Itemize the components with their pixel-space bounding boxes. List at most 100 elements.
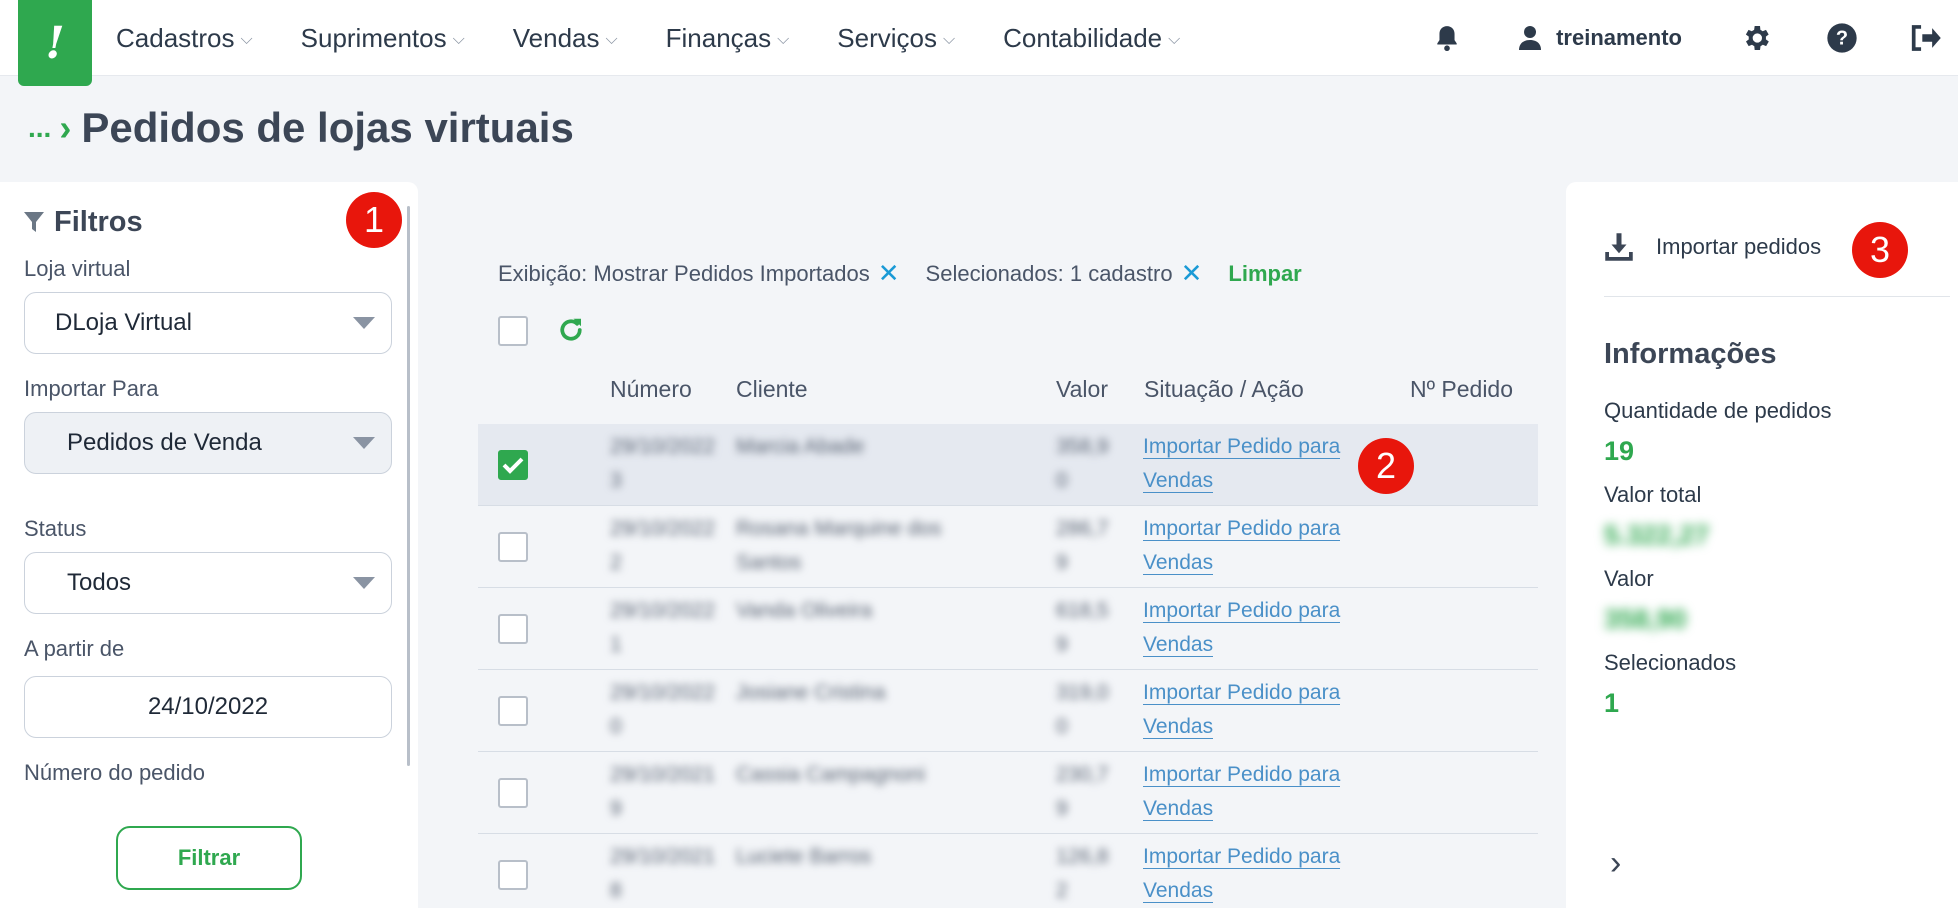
top-navbar: ! Cadastros ⌵ Suprimentos ⌵ Vendas ⌵ Finanç… — [0, 0, 1958, 86]
order-number: 29/10/2022 0 — [610, 676, 720, 744]
order-number: 29/10/2021 8 — [610, 840, 720, 908]
value-line: 2 — [1056, 879, 1068, 902]
order-value: 126,8 2 — [1056, 840, 1116, 908]
menu-cadastros[interactable]: Cadastros ⌵ — [116, 23, 253, 54]
loja-select[interactable]: DLoja Virtual — [24, 292, 392, 354]
value-line: 319,0 — [1056, 681, 1109, 704]
status-value: Todos — [67, 569, 132, 596]
order-number-line: 9 — [610, 797, 622, 820]
breadcrumb-more[interactable]: ... — [28, 112, 51, 144]
value-line: 126,8 — [1056, 845, 1109, 868]
main-menu: Cadastros ⌵ Suprimentos ⌵ Vendas ⌵ Finanças… — [116, 0, 1228, 76]
annotation-badge-1: 1 — [346, 192, 402, 248]
action-line: Vendas — [1143, 879, 1214, 903]
row-checkbox[interactable] — [498, 614, 528, 644]
import-order-link[interactable]: Importar Pedido para Vendas — [1143, 840, 1363, 908]
import-order-link[interactable]: Importar Pedido para Vendas — [1143, 676, 1363, 744]
customer-line: Rosana Marquine dos — [736, 517, 942, 540]
column-valor[interactable]: Valor — [1056, 376, 1108, 403]
action-line: Vendas — [1143, 469, 1214, 493]
column-situacao[interactable]: Situação / Ação — [1144, 376, 1304, 403]
chevron-down-icon: ⌵ — [452, 31, 465, 48]
column-cliente[interactable]: Cliente — [736, 376, 808, 403]
refresh-icon[interactable] — [556, 315, 586, 350]
annotation-badge-2: 2 — [1358, 438, 1414, 494]
action-line: Importar Pedido para — [1143, 681, 1341, 705]
logout-icon[interactable] — [1910, 24, 1942, 52]
action-line: Vendas — [1143, 715, 1214, 739]
action-line: Importar Pedido para — [1143, 517, 1341, 541]
gear-icon[interactable] — [1740, 22, 1772, 54]
user-menu[interactable]: treinamento — [1518, 25, 1682, 51]
download-icon — [1605, 233, 1633, 261]
table-row[interactable]: 29/10/2021 8 Luciete Barros 126,8 2 Importar … — [478, 834, 1538, 908]
filter-button[interactable]: Filtrar — [116, 826, 302, 890]
column-n-pedido[interactable]: Nº Pedido — [1410, 376, 1513, 403]
close-icon[interactable]: ✕ — [1181, 258, 1203, 289]
order-number: 29/10/2021 9 — [610, 758, 720, 826]
order-number: 29/10/2022 2 — [610, 512, 720, 580]
import-order-link[interactable]: Importar Pedido para Vendas — [1143, 430, 1363, 498]
value-line: 230,7 — [1056, 763, 1109, 786]
action-line: Importar Pedido para — [1143, 599, 1341, 623]
menu-vendas[interactable]: Vendas ⌵ — [513, 23, 618, 54]
menu-suprimentos[interactable]: Suprimentos ⌵ — [301, 23, 465, 54]
menu-contabilidade[interactable]: Contabilidade ⌵ — [1003, 23, 1180, 54]
menu-financas[interactable]: Finanças ⌵ — [666, 23, 790, 54]
loja-value: DLoja Virtual — [55, 309, 192, 336]
value-line: 9 — [1056, 797, 1068, 820]
check-icon — [502, 457, 524, 474]
customer-line: Josiane Cristina — [736, 681, 886, 704]
import-order-link[interactable]: Importar Pedido para Vendas — [1143, 758, 1363, 826]
date-input[interactable] — [24, 676, 392, 738]
username: treinamento — [1556, 25, 1682, 50]
filters-scrollbar[interactable] — [407, 206, 410, 766]
info-title: Informações — [1604, 338, 1777, 370]
menu-label: Vendas — [512, 22, 600, 53]
customer-line: Marcia Abade — [736, 435, 865, 458]
chevron-right-icon[interactable]: › — [1610, 844, 1621, 883]
table-row[interactable]: 29/10/2022 1 Vanda Oliveira 618,5 9 Importar … — [478, 588, 1538, 670]
import-orders-button[interactable]: Importar pedidos — [1604, 232, 1821, 262]
menu-servicos[interactable]: Serviços ⌵ — [837, 23, 955, 54]
chip-exibicao: Exibição: Mostrar Pedidos Importados ✕ — [498, 258, 900, 289]
row-checkbox[interactable] — [498, 532, 528, 562]
header-actions: treinamento ? — [1434, 0, 1958, 76]
chip-selecionados: Selecionados: 1 cadastro ✕ — [926, 258, 1203, 289]
bell-icon[interactable] — [1434, 24, 1460, 52]
row-checkbox[interactable] — [498, 778, 528, 808]
customer-line: Luciete Barros — [736, 845, 872, 868]
chevron-down-icon: ⌵ — [240, 31, 253, 48]
customer-name: Cassia Campagnoni — [736, 758, 996, 792]
customer-name: Josiane Cristina — [736, 676, 996, 710]
customer-name: Luciete Barros — [736, 840, 996, 874]
select-all-checkbox[interactable] — [498, 316, 528, 346]
row-checkbox[interactable] — [498, 450, 528, 480]
status-select[interactable]: Todos — [24, 552, 392, 614]
import-order-link[interactable]: Importar Pedido para Vendas — [1143, 594, 1363, 662]
numero-label: Número do pedido — [24, 760, 206, 785]
status-label: Status — [24, 516, 87, 541]
customer-name: Vanda Oliveira — [736, 594, 996, 628]
column-numero[interactable]: Número — [610, 376, 692, 403]
sel-value: 1 — [1604, 688, 1620, 718]
importar-select[interactable]: Pedidos de Venda — [24, 412, 392, 474]
menu-label: Cadastros — [116, 22, 235, 53]
close-icon[interactable]: ✕ — [878, 258, 900, 289]
order-value: 319,0 0 — [1056, 676, 1116, 744]
table-row[interactable]: 29/10/2022 0 Josiane Cristina 319,0 0 Importa… — [478, 670, 1538, 752]
chevron-down-icon: ⌵ — [777, 31, 790, 48]
svg-text:?: ? — [1836, 28, 1848, 50]
table-row[interactable]: 29/10/2021 9 Cassia Campagnoni 230,7 9 Import… — [478, 752, 1538, 834]
clear-filters-link[interactable]: Limpar — [1228, 261, 1301, 287]
import-order-link[interactable]: Importar Pedido para Vendas — [1143, 512, 1363, 580]
row-checkbox[interactable] — [498, 860, 528, 890]
menu-label: Suprimentos — [300, 22, 447, 53]
row-checkbox[interactable] — [498, 696, 528, 726]
action-line: Importar Pedido para — [1143, 435, 1341, 459]
help-icon[interactable]: ? — [1826, 22, 1858, 54]
app-logo[interactable]: ! — [18, 0, 92, 86]
page-title: Pedidos de lojas virtuais — [81, 104, 574, 151]
table-row[interactable]: 29/10/2022 2 Rosana Marquine dos Santos 286,… — [478, 506, 1538, 588]
menu-label: Contabilidade — [1003, 22, 1163, 53]
